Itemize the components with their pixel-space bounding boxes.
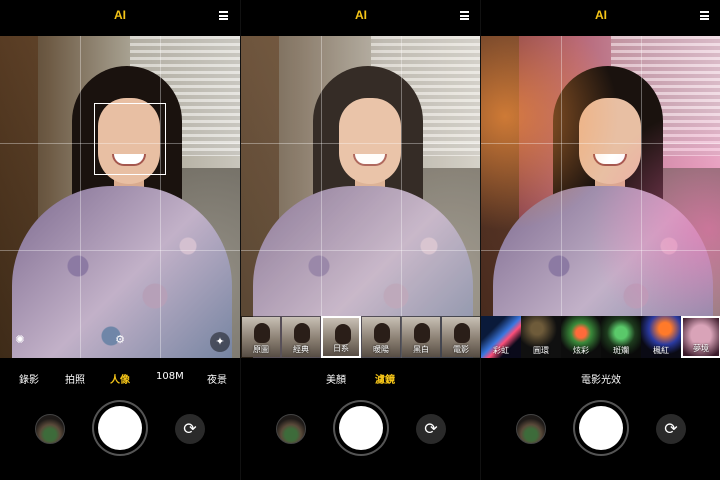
grid-line (241, 250, 480, 251)
light-effect-item[interactable]: 彩虹 (481, 316, 521, 358)
mode-bar: 美顏 濾鏡 (241, 366, 480, 390)
light-effect-strip: 彩虹 圓環 炫彩 斑斕 楓紅 夢境 (481, 316, 720, 358)
switch-camera-icon[interactable]: ⟳ (416, 414, 446, 444)
viewfinder[interactable] (481, 36, 720, 358)
mode-portrait[interactable]: 人像 (110, 371, 130, 386)
aperture-icon[interactable]: ✺ (12, 332, 28, 348)
menu-icon[interactable] (700, 11, 709, 20)
settings-icon[interactable]: ⚙ (112, 332, 128, 348)
light-effect-item[interactable]: 楓紅 (641, 316, 681, 358)
camera-screen-light-effects: AI 彩虹 圓環 炫彩 斑斕 楓紅 夢境 電影光效 ⟳ (480, 0, 720, 480)
capture-controls: ⟳ (481, 400, 720, 460)
ai-toggle-button[interactable]: AI (481, 8, 720, 22)
shutter-button[interactable] (579, 406, 623, 450)
capture-controls: ⟳ (241, 400, 480, 460)
ai-toggle-button[interactable]: AI (0, 8, 240, 22)
grid-line (160, 36, 161, 358)
switch-camera-icon[interactable]: ⟳ (175, 414, 205, 444)
menu-icon[interactable] (219, 11, 228, 20)
grid-line (241, 143, 480, 144)
viewfinder[interactable]: ✺ ⚙ ✦ (0, 36, 240, 358)
shutter-button[interactable] (339, 406, 383, 450)
grid-line (641, 36, 642, 358)
flash-auto-icon[interactable]: ✦ (210, 332, 230, 352)
camera-screen-portrait: AI ✺ ⚙ ✦ 錄影 拍照 人像 108M 夜景 ⟳ (0, 0, 240, 480)
mode-108m[interactable]: 108M (156, 371, 184, 382)
grid-line (80, 36, 81, 358)
light-effect-item[interactable]: 斑斕 (601, 316, 641, 358)
mode-filter[interactable]: 濾鏡 (375, 371, 395, 386)
camera-screen-filters: AI 原圖 經典 日系 暖陽 黑白 電影 美顏 濾鏡 ⟳ (240, 0, 480, 480)
grid-line (481, 250, 720, 251)
mode-cinematic-light[interactable]: 電影光效 (581, 371, 621, 386)
filter-item[interactable]: 原圖 (241, 316, 281, 358)
grid-line (401, 36, 402, 358)
filter-item[interactable]: 經典 (281, 316, 321, 358)
filter-item[interactable]: 黑白 (401, 316, 441, 358)
top-bar: AI (0, 0, 240, 36)
mode-night[interactable]: 夜景 (207, 371, 227, 386)
top-bar: AI (481, 0, 720, 36)
switch-camera-icon[interactable]: ⟳ (656, 414, 686, 444)
mode-bar: 電影光效 (481, 366, 720, 390)
mode-video[interactable]: 錄影 (19, 371, 39, 386)
viewfinder[interactable] (241, 36, 480, 358)
face-focus-box (94, 103, 166, 175)
light-effect-item[interactable]: 圓環 (521, 316, 561, 358)
camera-screens: AI ✺ ⚙ ✦ 錄影 拍照 人像 108M 夜景 ⟳ AI 原圖 經典 日系 … (0, 0, 720, 480)
filter-item-selected[interactable]: 日系 (321, 316, 361, 358)
gallery-thumbnail[interactable] (516, 414, 546, 444)
mode-photo[interactable]: 拍照 (65, 371, 85, 386)
mode-bar: 錄影 拍照 人像 108M 夜景 (0, 366, 240, 390)
filter-strip: 原圖 經典 日系 暖陽 黑白 電影 (241, 316, 480, 358)
filter-item[interactable]: 暖陽 (361, 316, 401, 358)
grid-line (481, 143, 720, 144)
grid-line (0, 250, 240, 251)
grid-line (321, 36, 322, 358)
light-effect-item-selected[interactable]: 夢境 (681, 316, 720, 358)
grid-line (561, 36, 562, 358)
filter-item[interactable]: 電影 (441, 316, 480, 358)
top-bar: AI (241, 0, 480, 36)
light-effect-item[interactable]: 炫彩 (561, 316, 601, 358)
capture-controls: ⟳ (0, 400, 240, 460)
gallery-thumbnail[interactable] (35, 414, 65, 444)
menu-icon[interactable] (460, 11, 469, 20)
mode-beauty[interactable]: 美顏 (326, 371, 346, 386)
shutter-button[interactable] (98, 406, 142, 450)
gallery-thumbnail[interactable] (276, 414, 306, 444)
ai-toggle-button[interactable]: AI (241, 8, 480, 22)
